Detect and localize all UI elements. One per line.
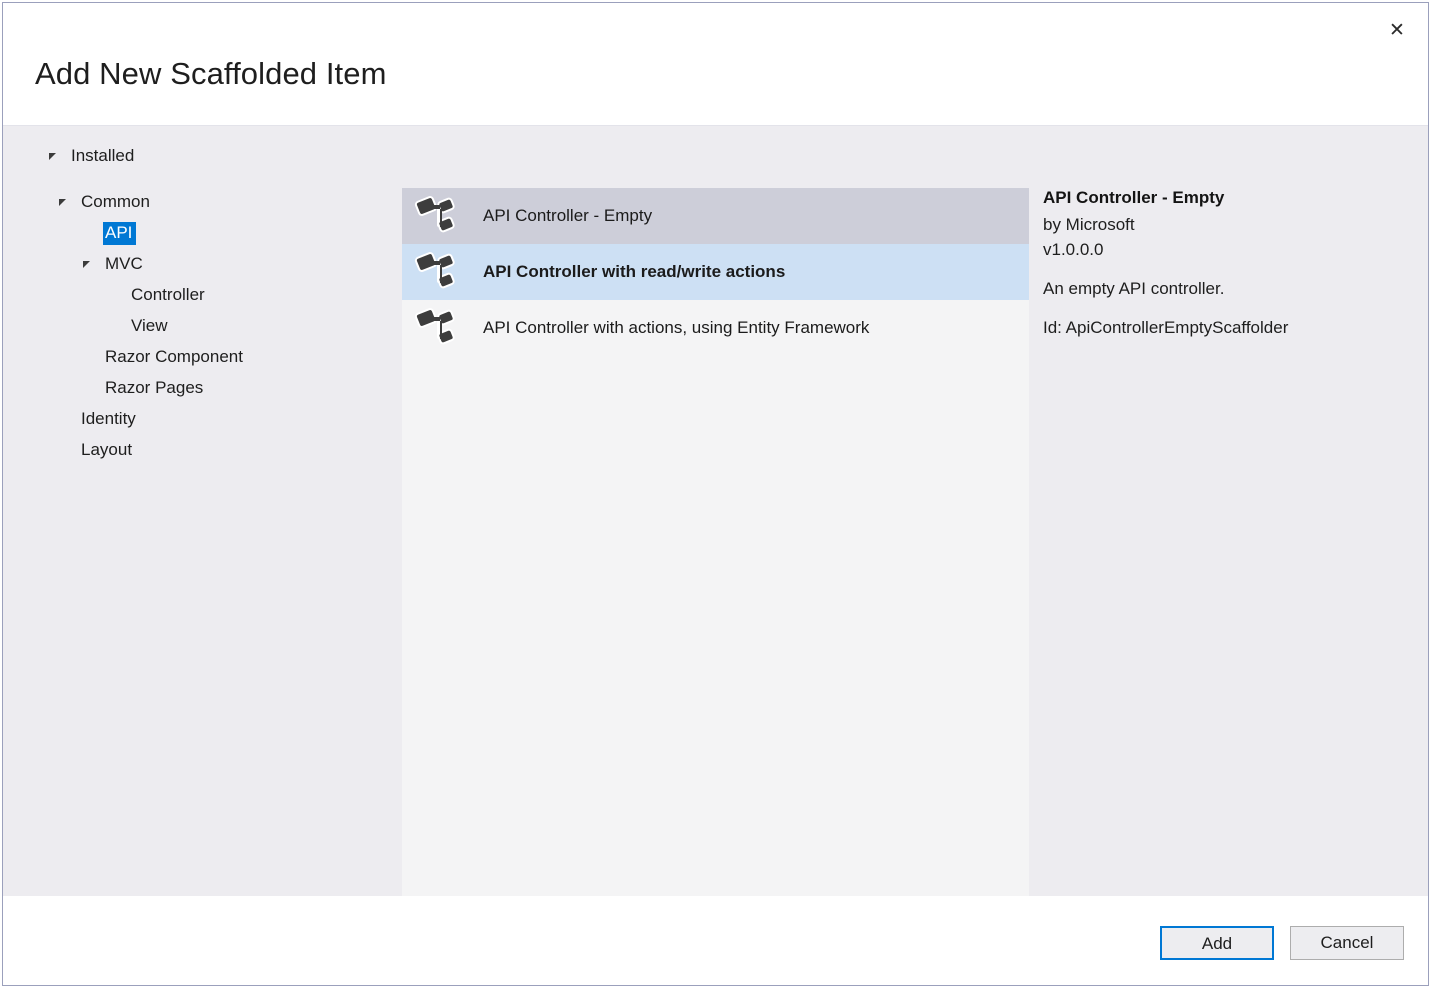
details-id: Id: ApiControllerEmptyScaffolder [1043,318,1289,337]
details-author: by Microsoft [1043,215,1135,234]
tree-item-api[interactable]: API [3,218,401,249]
tree-item-controller[interactable]: Controller [3,280,401,311]
details-description: An empty API controller. [1043,279,1225,298]
list-item[interactable]: API Controller with actions, using Entit… [402,300,1029,356]
tree-item-label: API [103,222,137,245]
tree-item-label: Razor Pages [105,378,204,397]
chevron-down-icon[interactable] [47,149,63,165]
close-icon: ✕ [1389,19,1405,41]
details-spacer [1043,262,1408,276]
scaffold-controller-icon [414,196,455,233]
details-version: v1.0.0.0 [1043,240,1104,259]
tree-item-label: Controller [131,285,205,304]
add-new-scaffolded-item-dialog: Add New Scaffolded Item ✕ Installed Comm… [2,2,1429,986]
cancel-button[interactable]: Cancel [1290,926,1404,960]
tree-top-spacer [3,126,401,141]
scaffold-list: API Controller - Empty API Controller wi… [402,188,1029,896]
tree-item-label: View [131,316,168,335]
tree-item-identity[interactable]: Identity [3,404,401,435]
dialog-footer: Add Cancel [3,896,1428,985]
category-tree: Installed Common API MVC Controller View [3,126,401,896]
details-title: API Controller - Empty [1043,188,1225,207]
details-panel: API Controller - Empty by Microsoft v1.0… [1029,126,1428,896]
tree-item-installed[interactable]: Installed [3,141,401,172]
tree-item-view[interactable]: View [3,311,401,342]
tree-item-label: Layout [81,440,133,459]
tree-item-mvc[interactable]: MVC [3,249,401,280]
list-item[interactable]: API Controller with read/write actions [402,244,1029,300]
list-item-label: API Controller with actions, using Entit… [483,318,870,337]
tree-item-label: Installed [71,146,135,165]
details-spacer [1043,301,1408,315]
tree-item-common[interactable]: Common [3,187,401,218]
tree-group-spacer [3,172,401,187]
tree-item-label: Common [81,192,150,211]
list-item-label: API Controller - Empty [483,206,653,225]
scaffold-controller-icon [414,308,455,345]
tree-item-label: MVC [105,254,143,273]
chevron-down-icon[interactable] [57,195,73,211]
scaffold-controller-icon [414,252,455,289]
list-item-label: API Controller with read/write actions [483,262,786,281]
add-button[interactable]: Add [1160,926,1274,960]
tree-item-layout[interactable]: Layout [3,435,401,466]
tree-item-razor-component[interactable]: Razor Component [3,342,401,373]
dialog-content: Installed Common API MVC Controller View [3,126,1428,896]
list-item[interactable]: API Controller - Empty [402,188,1029,244]
close-button[interactable]: ✕ [1374,9,1420,51]
chevron-down-icon[interactable] [81,257,97,273]
tree-item-razor-pages[interactable]: Razor Pages [3,373,401,404]
page-title: Add New Scaffolded Item [35,56,387,91]
dialog-titlebar: Add New Scaffolded Item ✕ [3,3,1428,126]
tree-item-label: Razor Component [105,347,243,366]
tree-item-label: Identity [81,409,136,428]
